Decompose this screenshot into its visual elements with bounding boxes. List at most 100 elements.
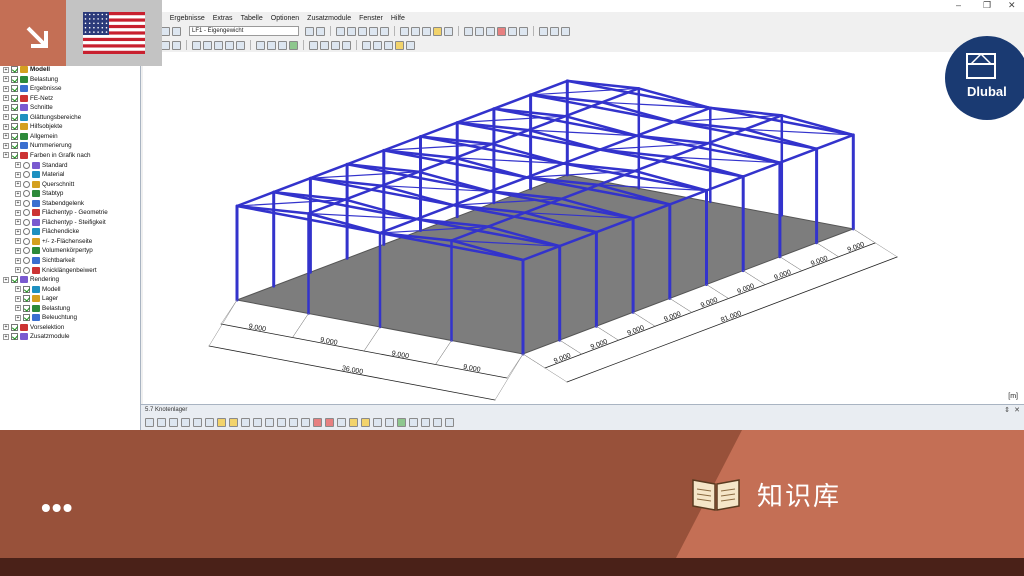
navigator-item[interactable]: + Material [15, 170, 64, 179]
calculate-icon[interactable] [347, 26, 356, 36]
settings-icon[interactable] [406, 40, 415, 50]
line-icon[interactable] [475, 26, 484, 36]
column-icon[interactable] [301, 418, 310, 427]
expand-icon[interactable]: + [15, 295, 21, 302]
navigator-item[interactable]: + Beleuchtung [15, 313, 77, 322]
edit-icon[interactable] [229, 418, 238, 427]
expand-icon[interactable]: + [3, 324, 9, 331]
close-panel-icon[interactable]: ✕ [1014, 406, 1020, 414]
radio-button[interactable] [23, 190, 30, 198]
navigator-item[interactable]: + Standard [15, 161, 68, 170]
checkbox[interactable] [11, 85, 18, 93]
radio-button[interactable] [23, 247, 30, 255]
load-icon[interactable] [267, 40, 276, 50]
view-icon[interactable] [385, 418, 394, 427]
radio-button[interactable] [23, 266, 30, 274]
expand-icon[interactable]: + [15, 238, 21, 245]
display-icon[interactable] [172, 40, 181, 50]
render-icon[interactable] [433, 26, 442, 36]
navigator-item[interactable]: + Knicklängenbeiwert [15, 266, 97, 275]
navigator-item[interactable]: + Modell [15, 285, 61, 294]
copy-icon[interactable] [362, 40, 371, 50]
import-icon[interactable] [349, 418, 358, 427]
expand-icon[interactable]: + [3, 85, 9, 92]
surface-icon[interactable] [225, 40, 234, 50]
expand-icon[interactable]: + [3, 276, 9, 283]
expand-icon[interactable]: + [3, 66, 9, 73]
radio-button[interactable] [23, 257, 30, 264]
navigator-item[interactable]: + Stabtyp [15, 189, 63, 198]
node-icon[interactable] [464, 26, 473, 36]
display-icon[interactable] [161, 40, 170, 50]
table-icon[interactable] [181, 418, 190, 427]
expand-icon[interactable]: + [15, 209, 21, 216]
delete-icon[interactable] [497, 26, 506, 36]
menu-item[interactable]: Tabelle [241, 15, 263, 22]
sort-icon[interactable] [265, 418, 274, 427]
checkbox[interactable] [11, 123, 18, 131]
checkbox[interactable] [11, 323, 18, 331]
minimize-icon[interactable]: – [956, 0, 961, 10]
navigator-item[interactable]: + Schnitte [3, 103, 53, 112]
radio-button[interactable] [23, 180, 30, 188]
move-icon[interactable] [373, 40, 382, 50]
navigator-item[interactable]: + FE-Netz [3, 94, 53, 103]
save-icon[interactable] [172, 26, 181, 36]
column-icon[interactable] [277, 418, 286, 427]
navigator-item[interactable]: + Sichtbarkeit [15, 256, 75, 265]
print-icon[interactable] [373, 418, 382, 427]
view-icon[interactable] [411, 26, 420, 36]
structure-3d-view[interactable]: 9.000 9.000 9.000 9.000 36.000 9.000 9.000 9.00… [143, 52, 1024, 404]
navigator-item[interactable]: + +/- z-Flächenseite [15, 237, 92, 246]
delete-row-icon[interactable] [325, 418, 334, 427]
expand-icon[interactable]: + [15, 190, 21, 197]
zoom-icon[interactable] [358, 26, 367, 36]
expand-icon[interactable]: + [3, 76, 9, 83]
checkbox[interactable] [11, 94, 18, 102]
dimension-icon[interactable] [309, 40, 318, 50]
expand-icon[interactable]: + [15, 228, 21, 235]
radio-button[interactable] [23, 171, 30, 179]
navigator-item[interactable]: + Modell [3, 65, 50, 74]
radio-button[interactable] [23, 161, 30, 169]
view-icon[interactable] [444, 26, 453, 36]
navigator-item[interactable]: + Zusatzmodule [3, 332, 70, 341]
navigator-item[interactable]: + Belastung [15, 304, 70, 313]
expand-icon[interactable]: + [15, 267, 21, 274]
member-icon[interactable] [486, 26, 495, 36]
menu-item[interactable]: Fenster [359, 15, 383, 22]
radio-button[interactable] [23, 209, 30, 217]
sort-icon[interactable] [253, 418, 262, 427]
expand-icon[interactable]: + [15, 314, 21, 321]
menu-item[interactable]: Ergebnisse [170, 15, 205, 22]
load-case-select[interactable]: LF1 - Eigengewicht [189, 26, 299, 36]
mirror-icon[interactable] [384, 40, 393, 50]
table-icon[interactable] [193, 418, 202, 427]
line-icon[interactable] [203, 40, 212, 50]
expand-icon[interactable]: + [15, 286, 21, 293]
menu-item[interactable]: Zusatzmodule [307, 15, 351, 22]
view-icon[interactable] [409, 418, 418, 427]
previous-icon[interactable] [305, 26, 314, 36]
support-icon[interactable] [508, 26, 517, 36]
load-icon[interactable] [256, 40, 265, 50]
radio-button[interactable] [23, 199, 30, 207]
checkbox[interactable] [23, 314, 30, 322]
view-icon[interactable] [422, 26, 431, 36]
expand-icon[interactable]: + [3, 133, 9, 140]
navigator-item[interactable]: + Volumenkörpertyp [15, 246, 93, 255]
checkbox[interactable] [11, 142, 18, 150]
navigator-item[interactable]: + Flächendicke [15, 227, 79, 236]
navigator-item[interactable]: + Flächentyp - Steifigkeit [15, 218, 106, 227]
navigator-item[interactable]: + Ergebnisse [3, 84, 62, 93]
checkbox[interactable] [11, 104, 18, 112]
navigator-item[interactable]: + Nummerierung [3, 141, 72, 150]
menu-item[interactable]: Extras [213, 15, 233, 22]
table-icon[interactable] [169, 418, 178, 427]
checkbox[interactable] [23, 295, 30, 303]
expand-icon[interactable]: + [15, 247, 21, 254]
language-flag-box[interactable] [66, 0, 162, 66]
expand-icon[interactable]: + [3, 142, 9, 149]
dimension-icon[interactable] [320, 40, 329, 50]
navigator-item[interactable]: + Hilfsobjekte [3, 122, 63, 131]
